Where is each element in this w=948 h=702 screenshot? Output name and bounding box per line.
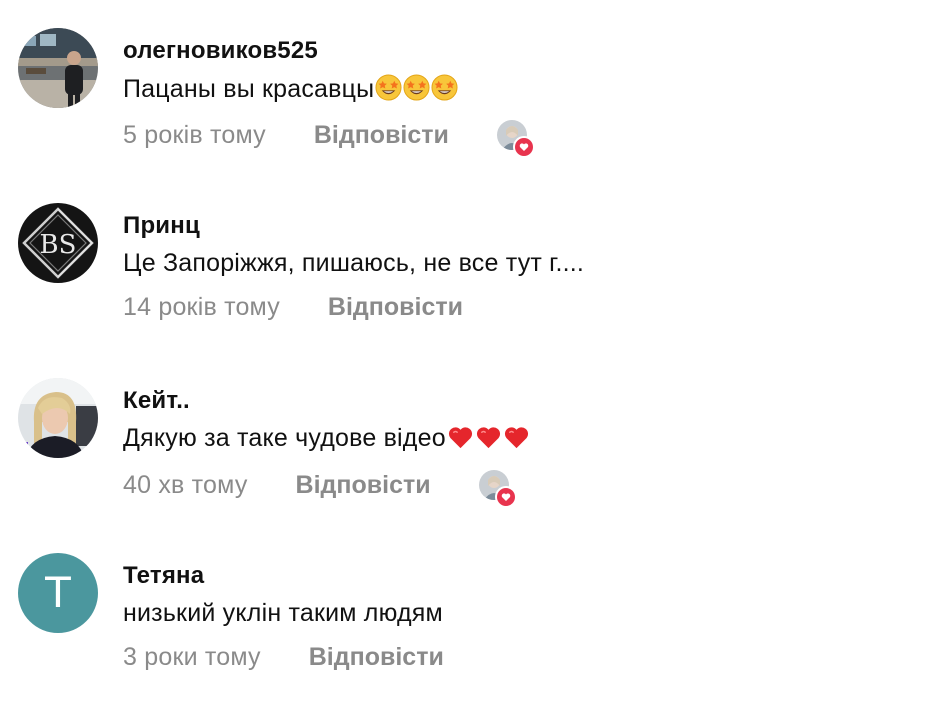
reply-button[interactable]: Відповісти (314, 121, 449, 150)
heart-icon (512, 136, 535, 158)
comment-timestamp: 14 років тому (123, 293, 280, 321)
comment-timestamp: 40 хв тому (123, 470, 248, 499)
photo-avatar-woman-icon (18, 378, 98, 458)
red-heart-emoji-icon (475, 425, 502, 457)
user-avatar[interactable]: BS (18, 203, 98, 283)
comment-meta: 14 років тому Відповісти (123, 293, 463, 322)
star-struck-emoji-icon (403, 74, 430, 108)
comment-meta: 5 років тому Відповісти (123, 118, 535, 158)
comment-meta: 3 роки тому Відповісти (123, 643, 444, 672)
comment-text: Дякую за таке чудове відео (123, 424, 530, 457)
comment-timestamp: 3 роки тому (123, 643, 261, 671)
avatar-letter: T (45, 568, 71, 617)
comment-username[interactable]: Принц (123, 212, 200, 240)
reply-button[interactable]: Відповісти (309, 643, 444, 672)
red-heart-emoji-icon (447, 425, 474, 457)
user-avatar[interactable]: T (18, 553, 98, 633)
user-avatar[interactable] (18, 28, 98, 108)
reply-button[interactable]: Відповісти (296, 471, 431, 500)
comment-username[interactable]: олегновиков525 (123, 37, 318, 65)
comment-timestamp: 5 років тому (123, 120, 266, 149)
reply-button[interactable]: Відповісти (328, 293, 463, 322)
creator-liked-badge (478, 470, 517, 508)
comment-meta: 40 хв тому Відповісти (123, 468, 517, 508)
photo-avatar-man-icon (18, 28, 98, 108)
comment-text-content: Дякую за таке чудове відео (123, 424, 446, 452)
red-heart-emoji-icon (503, 425, 530, 457)
comment-text: Це Запоріжжя, пишаюсь, не все тут г.... (123, 249, 585, 277)
comment-username[interactable]: Тетяна (123, 562, 204, 590)
comment-text: Пацаны вы красавцы (123, 74, 458, 108)
bs-logo-avatar-icon: BS (18, 203, 98, 283)
star-struck-emoji-icon (375, 74, 402, 108)
logo-text: BS (40, 230, 77, 260)
comment-text: низький уклін таким людям (123, 599, 443, 627)
comment-username[interactable]: Кейт.. (123, 387, 190, 415)
creator-liked-badge (496, 120, 535, 158)
user-avatar[interactable] (18, 378, 98, 458)
comment-text-content: Пацаны вы красавцы (123, 75, 375, 103)
star-struck-emoji-icon (431, 74, 458, 108)
heart-icon (494, 486, 517, 508)
